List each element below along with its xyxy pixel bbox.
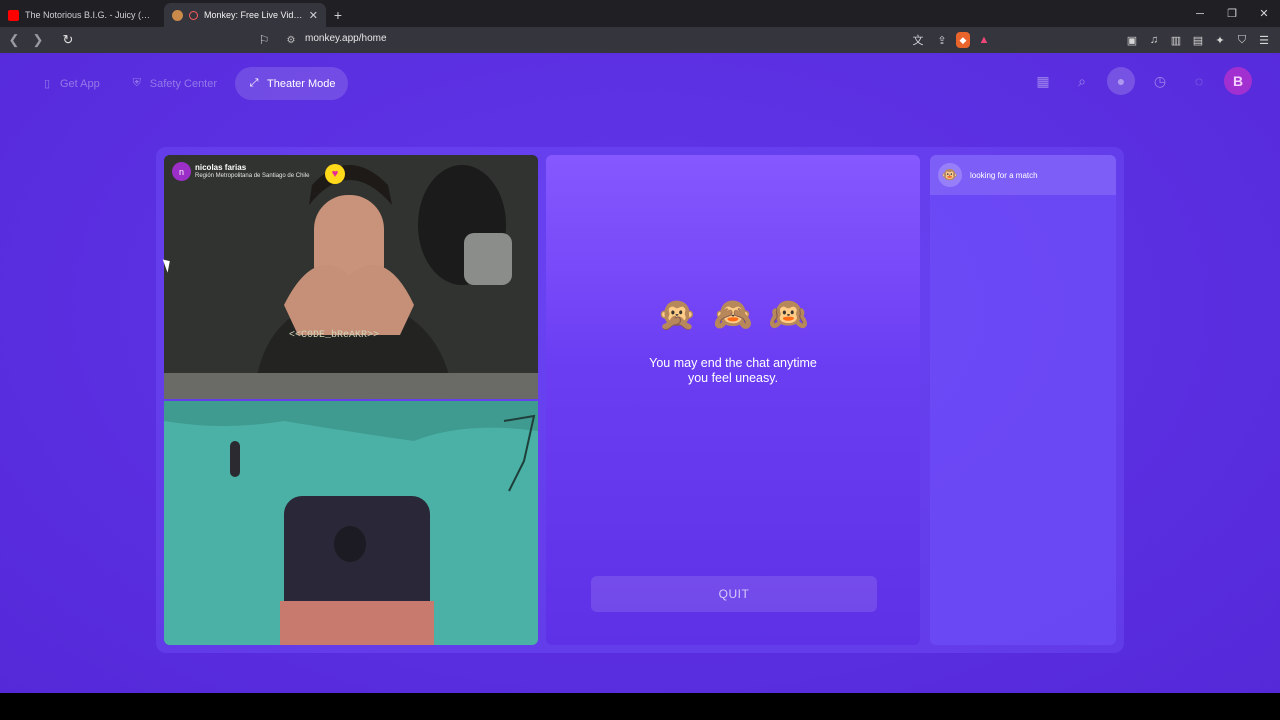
browser-menu-icons: ▣ ♫ ▥ ▤ ✦ ⛉ ☰ bbox=[1122, 30, 1274, 50]
remote-video-image: <<C0DE_bReAKR>> bbox=[164, 155, 538, 399]
local-video-image bbox=[164, 401, 538, 645]
reload-icon[interactable]: ↻ bbox=[58, 30, 78, 50]
vpn-icon[interactable]: ⛉ bbox=[1232, 30, 1252, 50]
svg-text:<<C0DE_bReAKR>>: <<C0DE_bReAKR>> bbox=[289, 329, 379, 341]
safety-message: You may end the chat anytime you feel un… bbox=[546, 356, 920, 386]
remote-video: <<C0DE_bReAKR>> n nicolas farias Región … bbox=[164, 155, 538, 399]
chat-header: 🐵 looking for a match bbox=[930, 155, 1116, 195]
chat-stage: <<C0DE_bReAKR>> n nicolas farias Región … bbox=[156, 147, 1124, 653]
phone-icon: ▯ bbox=[43, 78, 51, 90]
messages-icon[interactable]: ◌ bbox=[1185, 67, 1213, 95]
menu-icon[interactable]: ☰ bbox=[1254, 30, 1274, 50]
translate-icon[interactable]: 文 bbox=[908, 30, 928, 50]
forward-icon[interactable]: ❯ bbox=[28, 30, 48, 50]
tab-youtube[interactable]: The Notorious B.I.G. - Juicy (Official V bbox=[0, 3, 164, 27]
quit-button[interactable]: QUIT bbox=[591, 576, 877, 612]
remote-user-name: nicolas farias bbox=[195, 163, 247, 172]
see-no-evil-icon: 🙈 bbox=[713, 296, 753, 332]
monkey-icon: 🐵 bbox=[938, 163, 962, 187]
browser-window: The Notorious B.I.G. - Juicy (Official V… bbox=[0, 0, 1280, 693]
history-icon[interactable]: ◷ bbox=[1146, 67, 1174, 95]
get-app-button[interactable]: ▯ Get App bbox=[28, 67, 112, 100]
theater-mode-label: Theater Mode bbox=[267, 77, 336, 90]
bottom-bar bbox=[0, 693, 1280, 720]
friends-icon[interactable]: ● bbox=[1107, 67, 1135, 95]
safety-message-line1: You may end the chat anytime bbox=[649, 356, 817, 370]
tab-title: The Notorious B.I.G. - Juicy (Official V bbox=[25, 10, 156, 20]
recording-icon bbox=[189, 10, 198, 20]
new-tab-button[interactable]: + bbox=[326, 3, 350, 27]
leo-ai-icon[interactable]: ✦ bbox=[1210, 30, 1230, 50]
share-icon[interactable]: ⇪ bbox=[932, 30, 952, 50]
tab-title: Monkey: Free Live Video Chat bbox=[204, 10, 303, 20]
safety-center-label: Safety Center bbox=[149, 77, 218, 90]
monkey-icon bbox=[172, 9, 183, 21]
speak-no-evil-icon: 🙊 bbox=[657, 296, 698, 332]
top-nav: ▯ Get App ⛨ Safety Center ⤢ Theater Mode bbox=[28, 67, 348, 100]
center-panel: 🙊 🙈 🙉 You may end the chat anytime you f… bbox=[546, 155, 920, 645]
bookmark-icon[interactable]: ⚐ bbox=[256, 32, 272, 48]
chat-panel: 🐵 looking for a match bbox=[930, 155, 1116, 645]
remote-user-location: Región Metropolitana de Santiago de Chil… bbox=[195, 173, 310, 179]
shop-icon[interactable]: ▦ bbox=[1029, 67, 1057, 95]
address-icons: 文 ⇪ ◆ ▲ bbox=[908, 30, 994, 50]
tab-strip: The Notorious B.I.G. - Juicy (Official V… bbox=[0, 0, 1280, 27]
brave-rewards-icon[interactable]: ▲ bbox=[974, 30, 994, 50]
heart-icon[interactable]: ♥ bbox=[325, 164, 345, 184]
wallet-icon[interactable]: ▤ bbox=[1188, 30, 1208, 50]
youtube-icon bbox=[8, 9, 19, 21]
hear-no-evil-icon: 🙉 bbox=[768, 296, 809, 332]
close-window-button[interactable]: ✕ bbox=[1248, 0, 1280, 27]
video-column: <<C0DE_bReAKR>> n nicolas farias Región … bbox=[164, 155, 538, 645]
tab-monkey[interactable]: Monkey: Free Live Video Chat ✕ bbox=[164, 3, 326, 27]
url-field[interactable]: monkey.app/home bbox=[305, 33, 387, 44]
remote-user-avatar: n bbox=[172, 162, 191, 181]
address-toolbar: ❮ ❯ ↻ ⚐ ⚙ monkey.app/home 文 ⇪ ◆ ▲ ▣ ♫ ▥ … bbox=[0, 27, 1280, 53]
window-controls: ─ ❐ ✕ bbox=[1184, 0, 1280, 27]
minimize-button[interactable]: ─ bbox=[1184, 0, 1216, 27]
profile-avatar[interactable]: B bbox=[1224, 67, 1252, 95]
search-icon[interactable]: ⌕ bbox=[1068, 67, 1096, 95]
shield-icon: ⛨ bbox=[132, 77, 141, 89]
tab-search-icon[interactable]: ▣ bbox=[1122, 30, 1142, 50]
back-icon[interactable]: ❮ bbox=[4, 30, 24, 50]
site-info-icon[interactable]: ⚙ bbox=[283, 32, 299, 48]
safety-center-button[interactable]: ⛨ Safety Center bbox=[118, 67, 229, 100]
local-video bbox=[164, 401, 538, 645]
top-right-nav: ▦ ⌕ ● ◷ ◌ B bbox=[1029, 67, 1252, 95]
safety-message-line2: you feel uneasy. bbox=[687, 371, 779, 385]
expand-icon: ⤢ bbox=[249, 77, 259, 89]
restore-button[interactable]: ❐ bbox=[1216, 0, 1248, 27]
theater-mode-button[interactable]: ⤢ Theater Mode bbox=[235, 67, 348, 100]
close-tab-icon[interactable]: ✕ bbox=[309, 9, 318, 22]
media-icon[interactable]: ♫ bbox=[1144, 30, 1164, 50]
brave-shields-icon[interactable]: ◆ bbox=[956, 32, 970, 48]
monkey-page: ▯ Get App ⛨ Safety Center ⤢ Theater Mode… bbox=[0, 53, 1280, 693]
remote-user-info: n nicolas farias Región Metropolitana de… bbox=[172, 162, 309, 181]
sidebar-icon[interactable]: ▥ bbox=[1166, 30, 1186, 50]
monkey-emojis: 🙊 🙈 🙉 bbox=[546, 295, 920, 333]
get-app-label: Get App bbox=[60, 77, 100, 90]
match-status: looking for a match bbox=[970, 170, 1038, 180]
